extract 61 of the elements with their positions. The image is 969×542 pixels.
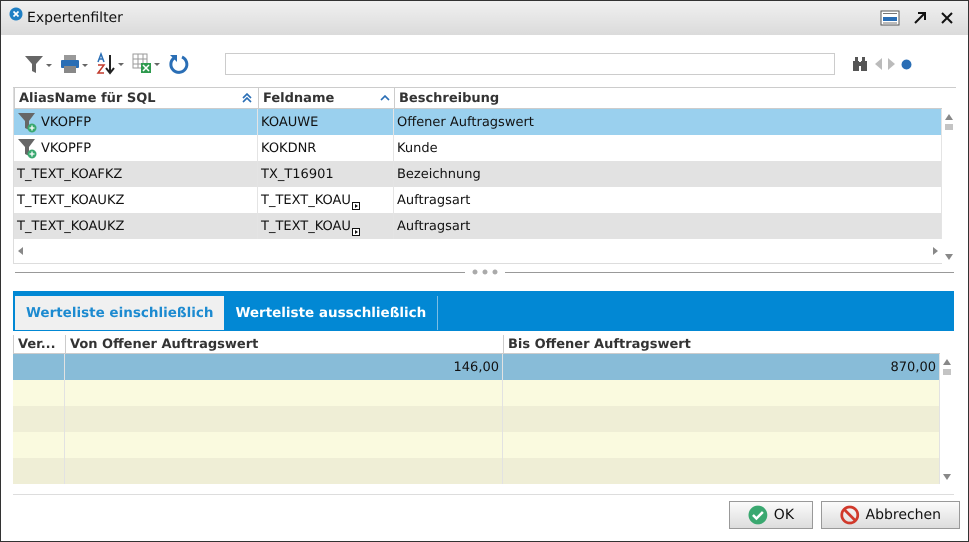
panel-icon[interactable] (880, 10, 900, 26)
sort-az-icon[interactable] (95, 52, 127, 76)
check-icon (748, 505, 768, 525)
table-cell: VKOPFP (41, 140, 92, 156)
double-chevron-up-icon (242, 93, 252, 103)
chevron-up-icon (380, 94, 390, 102)
scroll-left-icon[interactable] (18, 247, 24, 255)
printer-dropdown-icon[interactable] (59, 53, 91, 75)
table-cell: T_TEXT_KOAUKZ (17, 218, 124, 234)
table-row[interactable]: 146,00 870,00 (13, 354, 940, 380)
filter-add-icon (17, 137, 39, 159)
table-cell: T_TEXT_KOAFKZ (17, 166, 122, 182)
table-cell: TX_T16901 (261, 166, 334, 182)
table-cell: KOAUWE (261, 114, 318, 130)
column-header[interactable]: Beschreibung (394, 88, 942, 108)
column-header[interactable]: Feldname (258, 88, 394, 108)
cancel-button[interactable]: Abbrechen (821, 501, 960, 529)
grip-icon[interactable] (943, 369, 951, 375)
table-cell: T_TEXT_KOAU (261, 218, 351, 234)
tab[interactable]: Werteliste ausschließlich (224, 296, 438, 330)
app-logo-icon (9, 7, 23, 21)
grip-icon[interactable] (945, 124, 953, 130)
table-cell: Auftragsart (397, 192, 470, 208)
next-icon[interactable] (887, 57, 897, 71)
window-title: Expertenfilter (27, 10, 123, 26)
table-cell: T_TEXT_KOAUKZ (17, 192, 124, 208)
scroll-up-icon[interactable] (945, 114, 953, 120)
table-cell: 870,00 (890, 360, 936, 374)
table-row[interactable]: T_TEXT_KOAFKZ TX_T16901 Bezeichnung (14, 161, 942, 187)
column-header[interactable]: Bis Offener Auftragswert (503, 335, 940, 353)
scroll-down-icon[interactable] (943, 474, 951, 480)
search-field[interactable] (225, 53, 835, 75)
expand-icon[interactable] (352, 202, 360, 210)
filter-dropdown-icon[interactable] (23, 53, 55, 75)
table-cell: Offener Auftragswert (397, 114, 534, 130)
scroll-up-icon[interactable] (943, 359, 951, 365)
close-icon[interactable] (940, 11, 954, 25)
table-cell: KOKDNR (261, 140, 316, 156)
ok-button[interactable]: OK (729, 501, 813, 529)
binoculars-icon[interactable] (851, 55, 869, 73)
maximize-icon[interactable] (912, 10, 928, 26)
table-cell: 146,00 (454, 360, 499, 374)
table-row[interactable]: VKOPFP KOAUWE Offener Auftragswert (14, 109, 942, 135)
table-cell: VKOPFP (41, 114, 92, 130)
previous-icon[interactable] (873, 57, 883, 71)
column-header[interactable]: Von Offener Auftragswert (65, 335, 503, 353)
refresh-icon[interactable] (167, 52, 191, 76)
column-header[interactable]: AliasName für SQL (14, 88, 258, 108)
expand-icon[interactable] (352, 228, 360, 236)
table-cell: Kunde (397, 140, 438, 156)
scroll-right-icon[interactable] (932, 247, 938, 255)
table-cell: Auftragsart (397, 218, 470, 234)
filter-add-icon (17, 111, 39, 133)
prohibited-icon (840, 505, 860, 525)
column-header[interactable]: Ver... (13, 335, 65, 353)
excel-export-icon[interactable] (131, 52, 163, 76)
scroll-down-icon[interactable] (945, 254, 953, 260)
status-dot-icon (901, 58, 912, 70)
table-row[interactable]: T_TEXT_KOAUKZ T_TEXT_KOAU Auftragsart (14, 213, 942, 239)
table-cell: Bezeichnung (397, 166, 481, 182)
table-cell: T_TEXT_KOAU (261, 192, 351, 208)
